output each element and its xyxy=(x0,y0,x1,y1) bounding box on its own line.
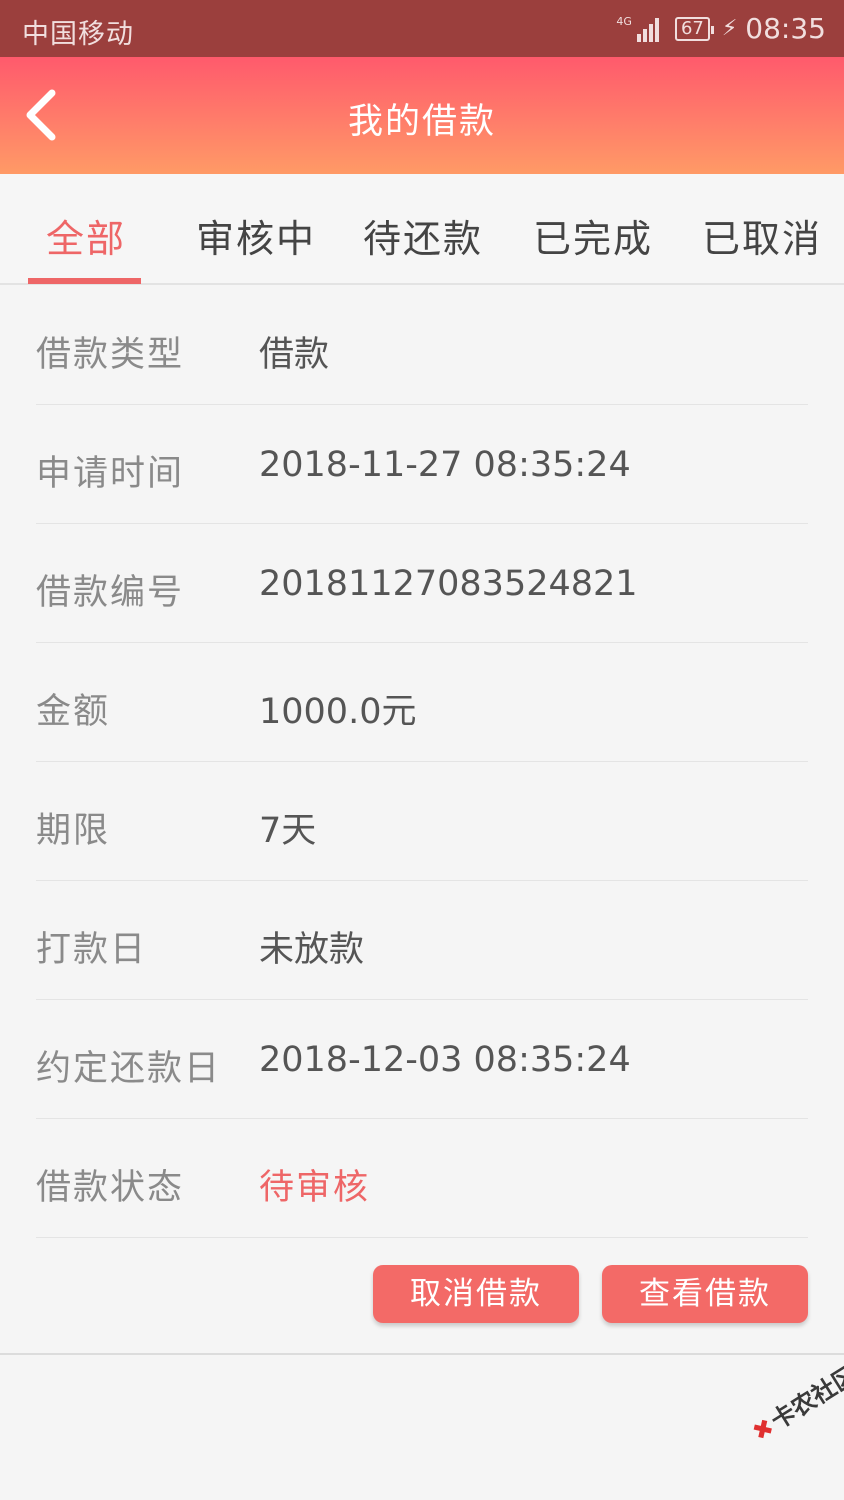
detail-value: 7天 xyxy=(259,811,317,851)
tab-all[interactable]: 全部 xyxy=(46,208,126,263)
tab-reviewing[interactable]: 审核中 xyxy=(196,208,316,263)
view-loan-button[interactable]: 查看借款 xyxy=(602,1265,808,1323)
tab-completed[interactable]: 已完成 xyxy=(533,208,653,263)
detail-label: 借款编号 xyxy=(36,573,185,613)
detail-value: 借款 xyxy=(259,335,330,375)
detail-label: 借款类型 xyxy=(36,335,185,375)
detail-label: 申请时间 xyxy=(36,454,185,494)
watermark-text: 卡农社区 xyxy=(765,1360,844,1436)
detail-value: 2018-12-03 08:35:24 xyxy=(259,1040,631,1080)
detail-label: 金额 xyxy=(36,692,111,732)
battery-icon: 67 xyxy=(674,16,714,41)
bottom-divider xyxy=(0,1353,844,1355)
page-title: 我的借款 xyxy=(347,102,496,142)
detail-value: 未放款 xyxy=(259,930,365,970)
clock: 08:35 xyxy=(745,12,826,45)
detail-row-term: 期限 7天 xyxy=(0,762,844,881)
detail-value: 20181127083524821 xyxy=(259,564,638,604)
watermark-logo: ✖卡农社区 xyxy=(744,1355,844,1447)
network-type: 4G xyxy=(616,14,632,28)
detail-row-loan-status: 借款状态 待审核 xyxy=(0,1119,844,1238)
tab-bar: 全部 审核中 待还款 已完成 已取消 xyxy=(0,174,844,285)
detail-label: 借款状态 xyxy=(36,1168,185,1208)
tab-pending-repayment[interactable]: 待还款 xyxy=(363,208,483,263)
detail-row-loan-number: 借款编号 20181127083524821 xyxy=(0,524,844,643)
detail-value: 1000.0元 xyxy=(259,692,417,732)
cancel-loan-button[interactable]: 取消借款 xyxy=(373,1265,579,1323)
status-bar: 中国移动 4G 67 ⚡ 08:35 xyxy=(0,0,844,57)
loan-detail-list: 借款类型 借款 申请时间 2018-11-27 08:35:24 借款编号 20… xyxy=(0,286,844,1238)
app-header: 我的借款 xyxy=(0,57,844,174)
carrier-name: 中国移动 xyxy=(22,19,134,50)
detail-label: 约定还款日 xyxy=(36,1049,222,1089)
detail-row-amount: 金额 1000.0元 xyxy=(0,643,844,762)
detail-row-apply-time: 申请时间 2018-11-27 08:35:24 xyxy=(0,405,844,524)
detail-value: 2018-11-27 08:35:24 xyxy=(259,445,631,485)
detail-row-due-date: 约定还款日 2018-12-03 08:35:24 xyxy=(0,1000,844,1119)
active-tab-indicator xyxy=(28,278,141,284)
signal-icon: 4G xyxy=(616,16,659,42)
detail-row-payout-date: 打款日 未放款 xyxy=(0,881,844,1000)
detail-row-loan-type: 借款类型 借款 xyxy=(0,286,844,405)
tab-cancelled[interactable]: 已取消 xyxy=(702,208,822,263)
detail-label: 打款日 xyxy=(36,930,148,970)
detail-label: 期限 xyxy=(36,811,111,851)
status-indicators: 4G 67 ⚡ 08:35 xyxy=(616,12,826,45)
status-badge: 待审核 xyxy=(259,1168,371,1208)
charging-icon: ⚡ xyxy=(721,16,738,41)
